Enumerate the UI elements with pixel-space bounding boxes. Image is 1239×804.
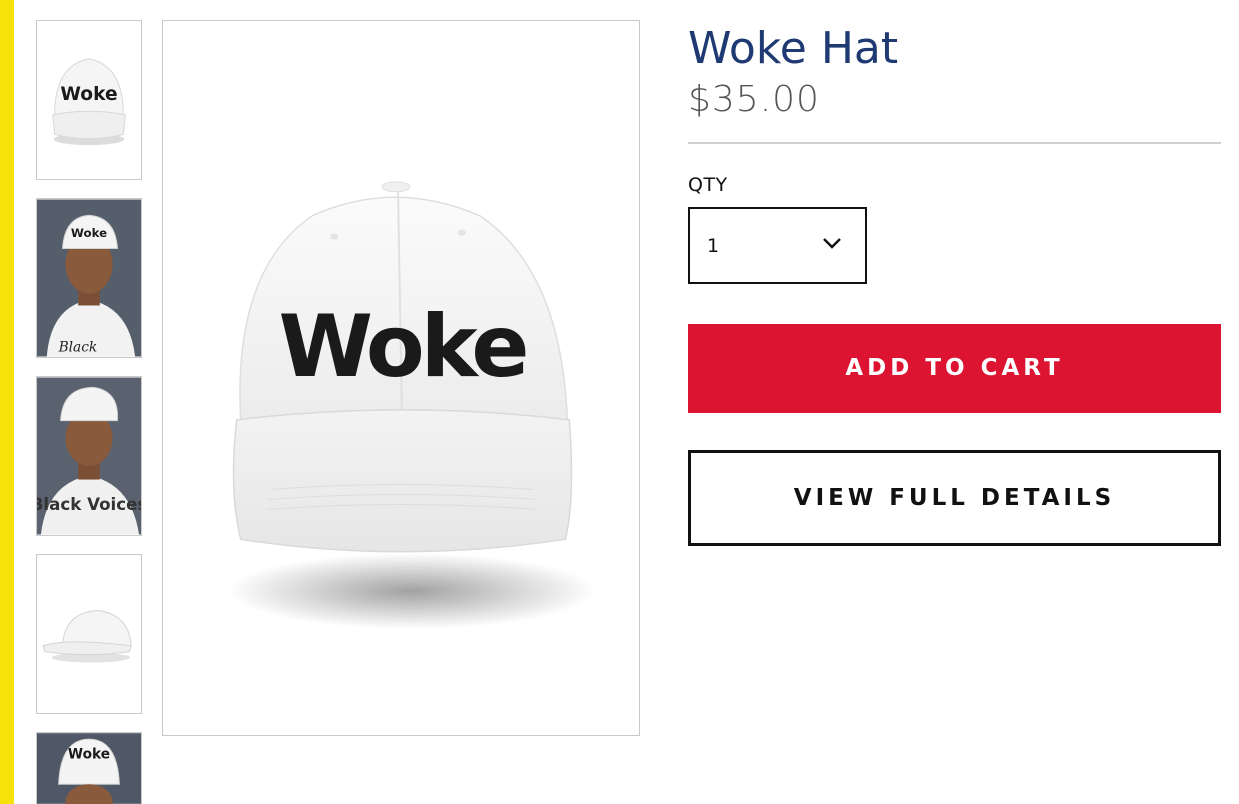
svg-text:Black: Black: [58, 340, 98, 356]
hat-front-thumb-image: Woke: [37, 21, 141, 179]
product-price: $35.00: [688, 79, 820, 120]
quantity-value: 1: [707, 235, 720, 257]
chevron-down-icon: [823, 238, 841, 249]
view-full-details-button[interactable]: VIEW FULL DETAILS: [688, 450, 1221, 546]
hat-side-thumb-image: [37, 555, 141, 713]
add-to-cart-button[interactable]: ADD TO CART: [688, 324, 1221, 413]
thumbnail-model-partial[interactable]: Woke: [36, 732, 142, 804]
thumb-model-cap-text: Woke: [71, 226, 107, 240]
divider: [688, 142, 1221, 144]
thumbnail-hat-front[interactable]: Woke: [36, 20, 142, 180]
thumb-partial-cap-text: Woke: [68, 747, 110, 763]
thumbnail-model-front[interactable]: Woke Black: [36, 198, 142, 358]
main-product-image: Woke: [162, 20, 640, 736]
thumbnail-model-backwards[interactable]: Black Voices: [36, 376, 142, 536]
thumbnail-hat-side[interactable]: [36, 554, 142, 714]
cap-embroidered-text: Woke: [278, 298, 525, 397]
qty-label: QTY: [688, 174, 728, 196]
model-partial-thumb-image: Woke: [37, 733, 141, 804]
model-backwards-thumb-image: Black Voices: [37, 377, 141, 535]
thumb-shirt-text: Black Voices: [37, 495, 141, 514]
product-title: Woke Hat: [688, 23, 899, 74]
thumb-cap-text: Woke: [60, 84, 117, 105]
model-front-thumb-image: Woke Black: [37, 199, 141, 357]
hat-main-illustration: Woke: [163, 21, 639, 735]
yellow-side-bar: [0, 0, 14, 804]
quantity-select[interactable]: 1: [688, 207, 867, 284]
